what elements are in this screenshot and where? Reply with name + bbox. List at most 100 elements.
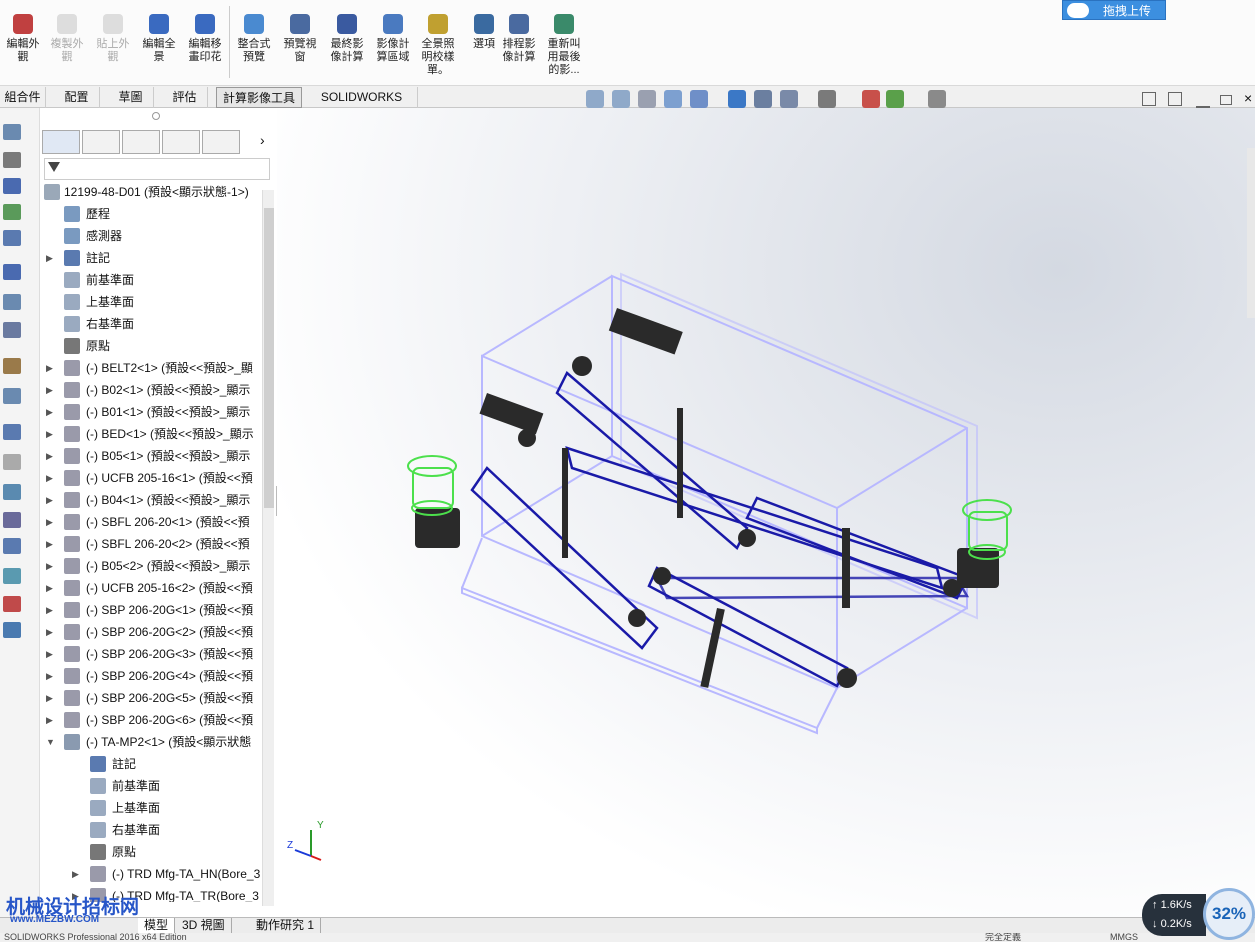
tree-item[interactable]: ▶ (-) UCFB 205-16<1> (預設<<預 bbox=[40, 468, 262, 488]
left-tool-icon-13[interactable] bbox=[3, 512, 21, 528]
tree-item[interactable]: 前基準面 bbox=[40, 776, 262, 796]
ribbon-button-2[interactable]: 貼上外觀 bbox=[92, 14, 134, 64]
property-manager-tab-icon[interactable] bbox=[82, 130, 120, 154]
expand-chevron-icon[interactable]: ▶ bbox=[72, 864, 82, 884]
tree-item[interactable]: 感測器 bbox=[40, 226, 262, 246]
view-orientation-icon[interactable] bbox=[728, 90, 746, 108]
left-tool-icon-8[interactable] bbox=[3, 358, 21, 374]
left-tool-icon-5[interactable] bbox=[3, 264, 21, 280]
expand-chevron-icon[interactable]: ▶ bbox=[46, 534, 56, 554]
expand-chevron-icon[interactable]: ▶ bbox=[46, 622, 56, 642]
ribbon-button-9[interactable]: 全景照明校樣單。 bbox=[417, 14, 459, 77]
ribbon-button-11[interactable]: 排程影像計算 bbox=[498, 14, 540, 64]
ribbon-button-7[interactable]: 最終影像計算 bbox=[326, 14, 368, 64]
left-tool-icon-15[interactable] bbox=[3, 568, 21, 584]
tree-item[interactable]: 前基準面 bbox=[40, 270, 262, 290]
tree-item[interactable]: 歷程 bbox=[40, 204, 262, 224]
hide-show-items-icon[interactable] bbox=[780, 90, 798, 108]
expand-chevron-icon[interactable]: ▶ bbox=[46, 710, 56, 730]
tree-item[interactable]: ▶ (-) BED<1> (預設<<預設>_顯示 bbox=[40, 424, 262, 444]
edit-appearance-hud-icon[interactable] bbox=[818, 90, 836, 108]
command-tab-4[interactable]: 計算影像工具 bbox=[216, 87, 302, 108]
ribbon-button-3[interactable]: 編輯全景 bbox=[138, 14, 180, 64]
status-units[interactable]: MMGS bbox=[1110, 933, 1138, 942]
bottom-tab-1[interactable]: 3D 視圖 bbox=[176, 918, 232, 934]
tree-item[interactable]: ▶ (-) TRD Mfg-TA_HN(Bore_3 bbox=[40, 864, 262, 884]
tree-item[interactable]: ▶ (-) SBFL 206-20<1> (預設<<預 bbox=[40, 512, 262, 532]
command-tab-2[interactable]: 草圖 bbox=[108, 87, 154, 108]
expand-chevron-icon[interactable]: ▶ bbox=[46, 424, 56, 444]
ribbon-button-0[interactable]: 編輯外觀 bbox=[2, 14, 44, 64]
left-tool-icon-10[interactable] bbox=[3, 424, 21, 440]
section-view-icon[interactable] bbox=[664, 90, 682, 108]
tree-item[interactable]: ▶ (-) SBP 206-20G<5> (預設<<預 bbox=[40, 688, 262, 708]
previous-view-icon[interactable] bbox=[638, 90, 656, 108]
expand-chevron-icon[interactable]: ▶ bbox=[46, 490, 56, 510]
expand-chevron-icon[interactable]: ▶ bbox=[46, 380, 56, 400]
dynamic-annotation-icon[interactable] bbox=[690, 90, 708, 108]
tree-item[interactable]: ▶ (-) BELT2<1> (預設<<預設>_顯 bbox=[40, 358, 262, 378]
memory-percent-badge[interactable]: 32% bbox=[1203, 888, 1255, 940]
restore-panel-icon[interactable] bbox=[1142, 92, 1156, 106]
expand-panel-icon[interactable] bbox=[1168, 92, 1182, 106]
tree-item[interactable]: 右基準面 bbox=[40, 314, 262, 334]
tree-item[interactable]: 上基準面 bbox=[40, 292, 262, 312]
tree-item[interactable]: 原點 bbox=[40, 842, 262, 862]
tree-scrollbar[interactable] bbox=[262, 190, 274, 906]
left-tool-icon-9[interactable] bbox=[3, 388, 21, 404]
expand-chevron-icon[interactable]: ▶ bbox=[46, 600, 56, 620]
tree-item[interactable]: ▶ (-) SBP 206-20G<6> (預設<<預 bbox=[40, 710, 262, 730]
tree-item[interactable]: ▶ (-) SBP 206-20G<3> (預設<<預 bbox=[40, 644, 262, 664]
tree-item[interactable]: ▶ (-) SBP 206-20G<1> (預設<<預 bbox=[40, 600, 262, 620]
tree-item[interactable]: ▼ (-) TA-MP2<1> (預設<顯示狀態 bbox=[40, 732, 262, 752]
ribbon-button-12[interactable]: 重新叫用最後的影... bbox=[543, 14, 585, 77]
feature-manager-tab-icon[interactable] bbox=[42, 130, 80, 154]
tree-item[interactable]: ▶ (-) B04<1> (預設<<預設>_顯示 bbox=[40, 490, 262, 510]
expand-chevron-icon[interactable]: ▶ bbox=[46, 556, 56, 576]
tree-item[interactable]: ▶ (-) SBP 206-20G<2> (預設<<預 bbox=[40, 622, 262, 642]
command-tab-1[interactable]: 配置 bbox=[54, 87, 100, 108]
more-tabs-chevron-icon[interactable]: › bbox=[260, 132, 265, 148]
view-settings-icon[interactable] bbox=[886, 90, 904, 108]
tree-filter-box[interactable] bbox=[44, 158, 270, 180]
left-tool-icon-14[interactable] bbox=[3, 538, 21, 554]
display-manager-tab-icon[interactable] bbox=[202, 130, 240, 154]
expand-chevron-icon[interactable]: ▶ bbox=[46, 666, 56, 686]
left-tool-icon-6[interactable] bbox=[3, 294, 21, 310]
panel-grip-icon[interactable] bbox=[152, 112, 160, 120]
left-tool-icon-0[interactable] bbox=[3, 124, 21, 140]
configuration-manager-tab-icon[interactable] bbox=[122, 130, 160, 154]
expand-chevron-icon[interactable]: ▶ bbox=[46, 358, 56, 378]
restore-window-icon[interactable] bbox=[1220, 95, 1232, 105]
expand-chevron-icon[interactable]: ▶ bbox=[46, 248, 56, 268]
expand-chevron-icon[interactable]: ▶ bbox=[46, 402, 56, 422]
left-tool-icon-3[interactable] bbox=[3, 204, 21, 220]
bottom-tab-0[interactable]: 模型 bbox=[138, 918, 176, 934]
left-tool-icon-17[interactable] bbox=[3, 622, 21, 638]
command-tab-0[interactable]: 組合件 bbox=[0, 87, 46, 108]
dimxpert-manager-tab-icon[interactable] bbox=[162, 130, 200, 154]
command-tab-3[interactable]: 評估 bbox=[162, 87, 208, 108]
minimize-icon[interactable] bbox=[1196, 100, 1210, 108]
task-pane-tabs[interactable] bbox=[1247, 148, 1255, 318]
expand-chevron-icon[interactable]: ▶ bbox=[46, 512, 56, 532]
close-window-icon[interactable]: × bbox=[1244, 91, 1255, 106]
graphics-area[interactable]: Y Z bbox=[277, 108, 1255, 918]
left-tool-icon-1[interactable] bbox=[3, 152, 21, 168]
left-tool-icon-4[interactable] bbox=[3, 230, 21, 246]
zoom-to-area-icon[interactable] bbox=[612, 90, 630, 108]
command-tab-5[interactable]: SOLIDWORKS MBD bbox=[306, 87, 418, 124]
tree-item[interactable]: ▶ (-) B01<1> (預設<<預設>_顯示 bbox=[40, 402, 262, 422]
tree-item[interactable]: ▶ (-) UCFB 205-16<2> (預設<<預 bbox=[40, 578, 262, 598]
expand-chevron-icon[interactable]: ▶ bbox=[46, 578, 56, 598]
left-tool-icon-2[interactable] bbox=[3, 178, 21, 194]
ribbon-button-8[interactable]: 影像計算區域 bbox=[372, 14, 414, 64]
tree-item[interactable]: 上基準面 bbox=[40, 798, 262, 818]
ribbon-button-4[interactable]: 編輯移畫印花 bbox=[184, 14, 226, 64]
expand-chevron-icon[interactable]: ▶ bbox=[46, 446, 56, 466]
zoom-to-fit-icon[interactable] bbox=[586, 90, 604, 108]
expand-chevron-icon[interactable]: ▶ bbox=[46, 468, 56, 488]
expand-chevron-icon[interactable]: ▶ bbox=[46, 644, 56, 664]
tree-item[interactable]: 原點 bbox=[40, 336, 262, 356]
tree-item[interactable]: ▶ 註記 bbox=[40, 248, 262, 268]
